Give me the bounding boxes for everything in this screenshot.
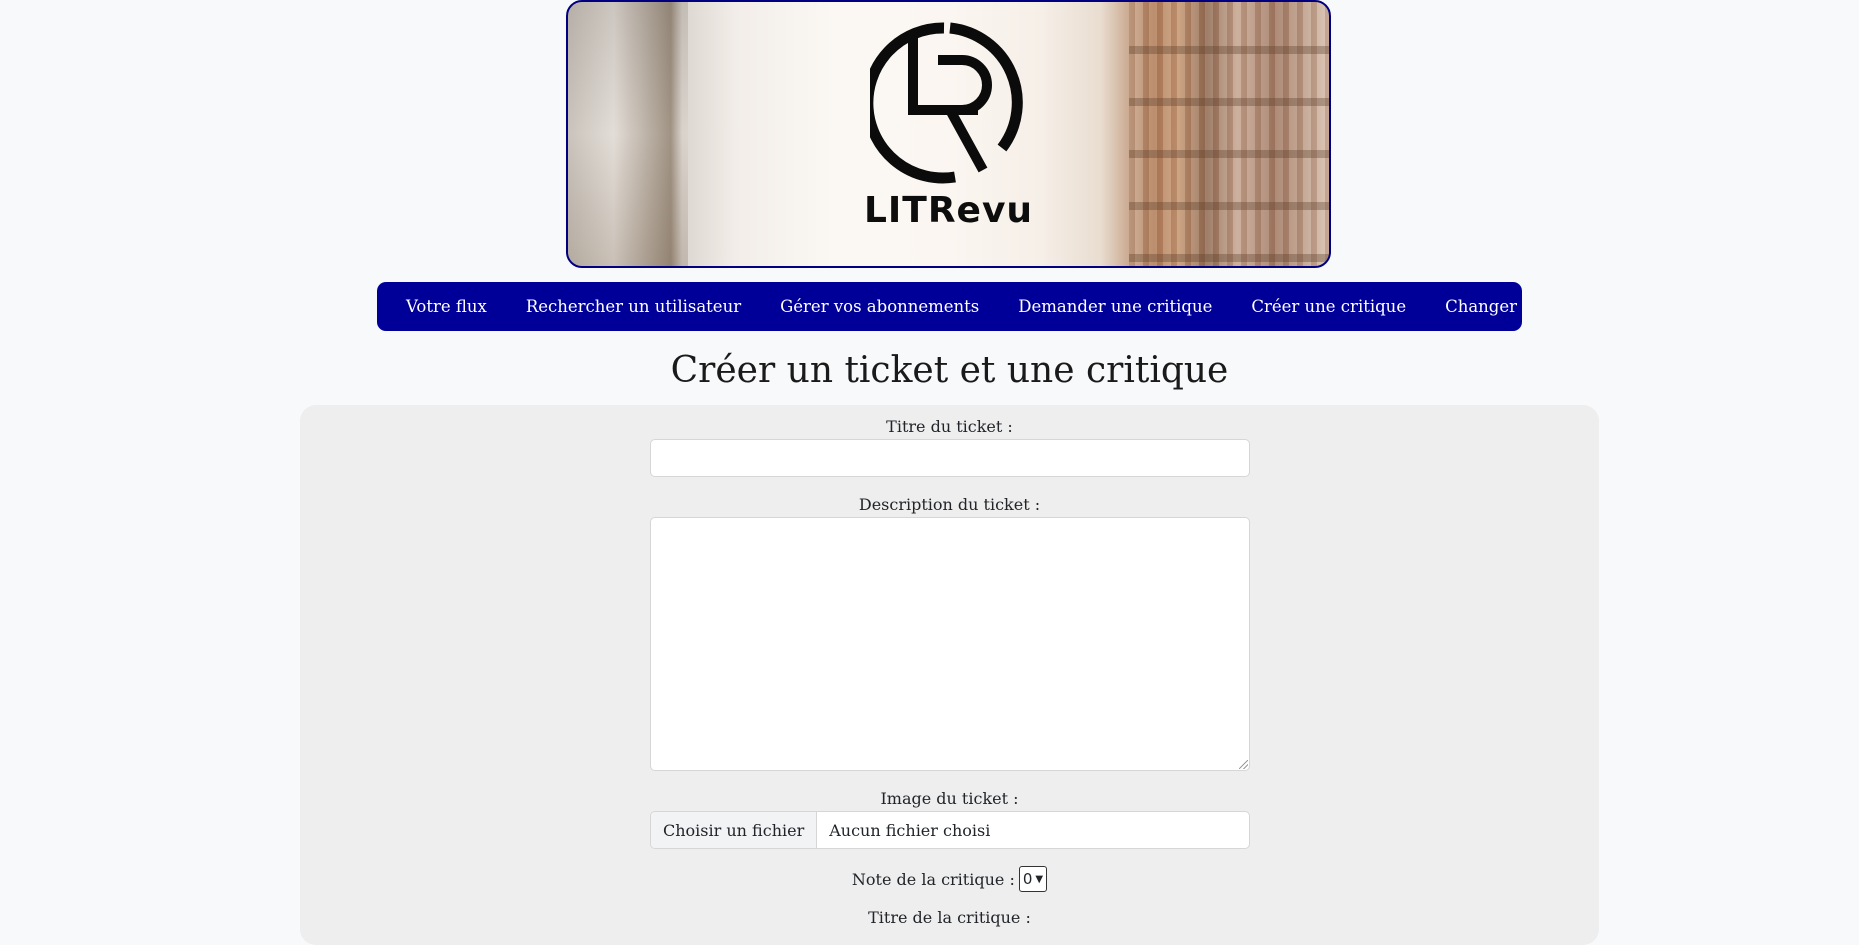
ticket-title-label: Titre du ticket :: [886, 417, 1013, 436]
nav-votre-flux[interactable]: Votre flux: [406, 297, 487, 316]
lr-circle-logo-icon: [870, 22, 1023, 184]
rating-select-value: 0: [1022, 870, 1033, 888]
main-nav: Votre flux Rechercher un utilisateur Gér…: [377, 282, 1522, 331]
nav-creer-critique[interactable]: Créer une critique: [1251, 297, 1406, 316]
chevron-down-icon: ▼: [1035, 873, 1044, 885]
ticket-description-label: Description du ticket :: [858, 495, 1041, 514]
nav-demander-critique[interactable]: Demander une critique: [1018, 297, 1212, 316]
review-title-label: Titre de la critique :: [868, 908, 1031, 927]
ticket-image-label: Image du ticket :: [880, 789, 1019, 808]
rating-row: Note de la critique : 0 ▼: [0, 866, 1859, 892]
nav-changer-mot-de-passe[interactable]: Changer votre mot de passe: [1445, 297, 1522, 316]
rating-select[interactable]: 0 ▼: [1018, 866, 1048, 892]
nav-gerer-abonnements[interactable]: Gérer vos abonnements: [780, 297, 979, 316]
ticket-title-input[interactable]: [650, 439, 1250, 477]
choose-file-button[interactable]: Choisir un fichier: [651, 812, 818, 848]
resize-handle-icon[interactable]: [1239, 760, 1248, 769]
brand-name: LITRevu: [863, 190, 1034, 231]
ticket-description-textarea[interactable]: [650, 517, 1250, 771]
rating-label: Note de la critique :: [851, 869, 1015, 889]
header-banner: LITRevu: [566, 0, 1331, 268]
ticket-image-file-input[interactable]: Choisir un fichier Aucun fichier choisi: [650, 811, 1250, 849]
file-status-text: Aucun fichier choisi: [829, 820, 991, 840]
page-title: Créer un ticket et une critique: [670, 350, 1229, 391]
nav-rechercher-utilisateur[interactable]: Rechercher un utilisateur: [526, 297, 741, 316]
